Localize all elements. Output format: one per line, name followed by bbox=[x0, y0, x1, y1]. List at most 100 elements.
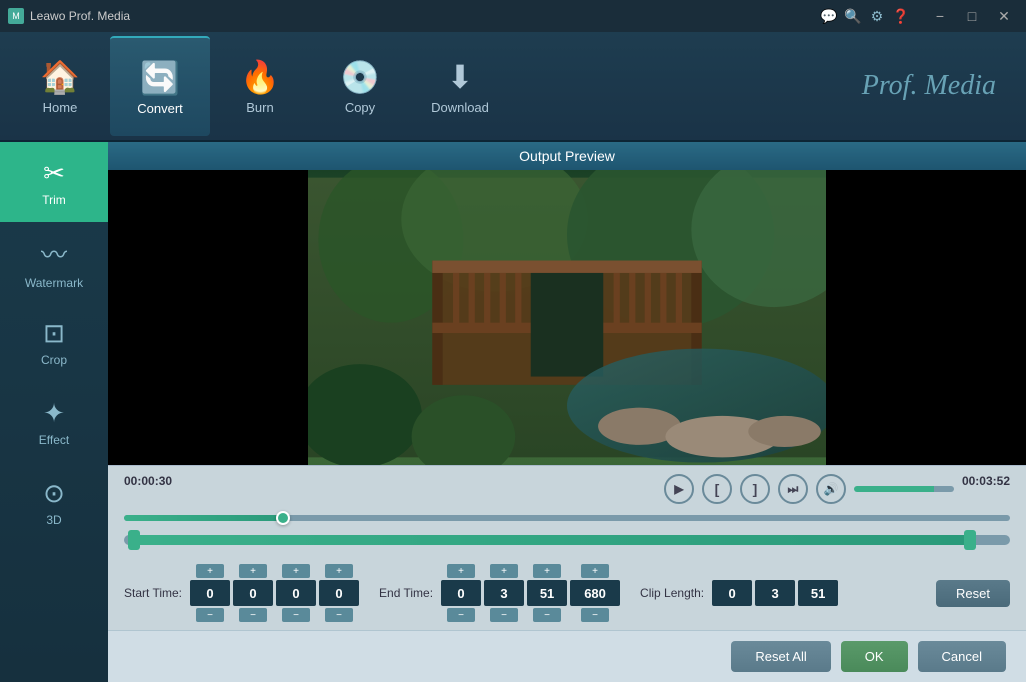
download-icon: ⬇ bbox=[447, 58, 474, 96]
trim-handle-left[interactable] bbox=[128, 530, 140, 550]
reset-button[interactable]: Reset bbox=[936, 580, 1010, 607]
sidebar-effect-label: Effect bbox=[39, 433, 69, 447]
timeline-area: 00:00:30 ▶ [ ] ⏭ 🔊 00:03:52 bbox=[108, 465, 1026, 560]
end-ms-up[interactable]: + bbox=[581, 564, 609, 578]
video-right-bar bbox=[826, 170, 1026, 465]
trim-range bbox=[134, 535, 970, 545]
sidebar-item-trim[interactable]: ✂ Trim bbox=[0, 142, 108, 222]
sidebar-item-effect[interactable]: ✦ Effect bbox=[0, 382, 108, 462]
start-m-input[interactable] bbox=[233, 580, 273, 606]
nav-copy-label: Copy bbox=[345, 100, 375, 115]
titlebar-left: M Leawo Prof. Media bbox=[8, 8, 130, 24]
home-icon: 🏠 bbox=[40, 58, 80, 96]
start-m-down[interactable]: − bbox=[239, 608, 267, 622]
garden-svg bbox=[308, 170, 826, 465]
volume-button[interactable]: 🔊 bbox=[816, 474, 846, 504]
clip-length-label: Clip Length: bbox=[640, 586, 704, 600]
start-s-down[interactable]: − bbox=[282, 608, 310, 622]
burn-icon: 🔥 bbox=[240, 58, 280, 96]
mark-in-button[interactable]: [ bbox=[702, 474, 732, 504]
volume-slider[interactable] bbox=[854, 486, 954, 492]
end-h-col: + − bbox=[441, 564, 481, 622]
end-h-down[interactable]: − bbox=[447, 608, 475, 622]
nav-convert-label: Convert bbox=[137, 101, 183, 116]
close-button[interactable]: ✕ bbox=[990, 6, 1018, 26]
preview-header: Output Preview bbox=[108, 142, 1026, 170]
end-m-up[interactable]: + bbox=[490, 564, 518, 578]
end-h-up[interactable]: + bbox=[447, 564, 475, 578]
end-h-input[interactable] bbox=[441, 580, 481, 606]
video-preview-area bbox=[108, 170, 1026, 465]
timeline-slider[interactable] bbox=[124, 508, 1010, 528]
effect-icon: ✦ bbox=[43, 398, 65, 429]
start-ms-input[interactable] bbox=[319, 580, 359, 606]
ok-button[interactable]: OK bbox=[841, 641, 908, 672]
end-m-col: + − bbox=[484, 564, 524, 622]
end-ms-down[interactable]: − bbox=[581, 608, 609, 622]
nav-copy[interactable]: 💿 Copy bbox=[310, 36, 410, 136]
trim-handle-right[interactable] bbox=[964, 530, 976, 550]
bottom-bar: Reset All OK Cancel bbox=[108, 630, 1026, 682]
start-h-down[interactable]: − bbox=[196, 608, 224, 622]
app-title: Leawo Prof. Media bbox=[30, 9, 130, 23]
sidebar-watermark-label: Watermark bbox=[25, 276, 83, 290]
start-fields: + − + − + − + bbox=[190, 564, 359, 622]
timeline-thumb[interactable] bbox=[276, 511, 290, 525]
end-time-group: End Time: + − + − + − bbox=[379, 564, 620, 622]
search-icon[interactable]: 🔍 bbox=[842, 5, 864, 27]
clip-fields bbox=[712, 580, 838, 606]
trim-track[interactable] bbox=[124, 532, 1010, 548]
start-s-up[interactable]: + bbox=[282, 564, 310, 578]
top-navigation: 🏠 Home 🔄 Convert 🔥 Burn 💿 Copy ⬇ Downloa… bbox=[0, 32, 1026, 142]
start-ms-col: + − bbox=[319, 564, 359, 622]
main-area: ✂ Trim 〰 Watermark ⊡ Crop ✦ Effect ⊙ 3D … bbox=[0, 142, 1026, 682]
end-s-down[interactable]: − bbox=[533, 608, 561, 622]
brand-logo: Prof. Media bbox=[862, 70, 1016, 102]
sidebar-item-crop[interactable]: ⊡ Crop bbox=[0, 302, 108, 382]
chat-icon[interactable]: 💬 bbox=[818, 5, 840, 27]
play-button[interactable]: ▶ bbox=[664, 474, 694, 504]
help-icon[interactable]: ❓ bbox=[890, 5, 912, 27]
start-ms-down[interactable]: − bbox=[325, 608, 353, 622]
sidebar-crop-label: Crop bbox=[41, 353, 67, 367]
end-s-up[interactable]: + bbox=[533, 564, 561, 578]
nav-burn-label: Burn bbox=[246, 100, 273, 115]
minimize-button[interactable]: − bbox=[926, 6, 954, 26]
sidebar-3d-label: 3D bbox=[46, 513, 61, 527]
end-ms-col: + − bbox=[570, 564, 620, 622]
sidebar-trim-label: Trim bbox=[42, 193, 66, 207]
end-ms-input[interactable] bbox=[570, 580, 620, 606]
start-ms-up[interactable]: + bbox=[325, 564, 353, 578]
end-s-col: + − bbox=[527, 564, 567, 622]
reset-all-button[interactable]: Reset All bbox=[731, 641, 830, 672]
start-h-input[interactable] bbox=[190, 580, 230, 606]
watermark-icon: 〰 bbox=[41, 235, 67, 272]
maximize-button[interactable]: □ bbox=[958, 6, 986, 26]
app-logo-icon: M bbox=[8, 8, 24, 24]
clip-m-input bbox=[755, 580, 795, 606]
start-s-col: + − bbox=[276, 564, 316, 622]
nav-convert[interactable]: 🔄 Convert bbox=[110, 36, 210, 136]
end-s-input[interactable] bbox=[527, 580, 567, 606]
end-m-down[interactable]: − bbox=[490, 608, 518, 622]
nav-download[interactable]: ⬇ Download bbox=[410, 36, 510, 136]
start-m-up[interactable]: + bbox=[239, 564, 267, 578]
sidebar: ✂ Trim 〰 Watermark ⊡ Crop ✦ Effect ⊙ 3D bbox=[0, 142, 108, 682]
nav-burn[interactable]: 🔥 Burn bbox=[210, 36, 310, 136]
cancel-button[interactable]: Cancel bbox=[918, 641, 1006, 672]
titlebar: M Leawo Prof. Media 💬 🔍 ⚙ ❓ − □ ✕ bbox=[0, 0, 1026, 32]
titlebar-toolbar: 💬 🔍 ⚙ ❓ bbox=[812, 5, 918, 27]
sidebar-item-watermark[interactable]: 〰 Watermark bbox=[0, 222, 108, 302]
start-s-input[interactable] bbox=[276, 580, 316, 606]
crop-icon: ⊡ bbox=[43, 318, 65, 349]
nav-home[interactable]: 🏠 Home bbox=[10, 36, 110, 136]
sidebar-item-3d[interactable]: ⊙ 3D bbox=[0, 462, 108, 542]
nav-home-label: Home bbox=[43, 100, 78, 115]
end-m-input[interactable] bbox=[484, 580, 524, 606]
current-time: 00:00:30 bbox=[124, 474, 172, 504]
skip-end-button[interactable]: ⏭ bbox=[778, 474, 808, 504]
start-time-label: Start Time: bbox=[124, 586, 182, 600]
settings-icon[interactable]: ⚙ bbox=[866, 5, 888, 27]
start-h-up[interactable]: + bbox=[196, 564, 224, 578]
mark-out-button[interactable]: ] bbox=[740, 474, 770, 504]
